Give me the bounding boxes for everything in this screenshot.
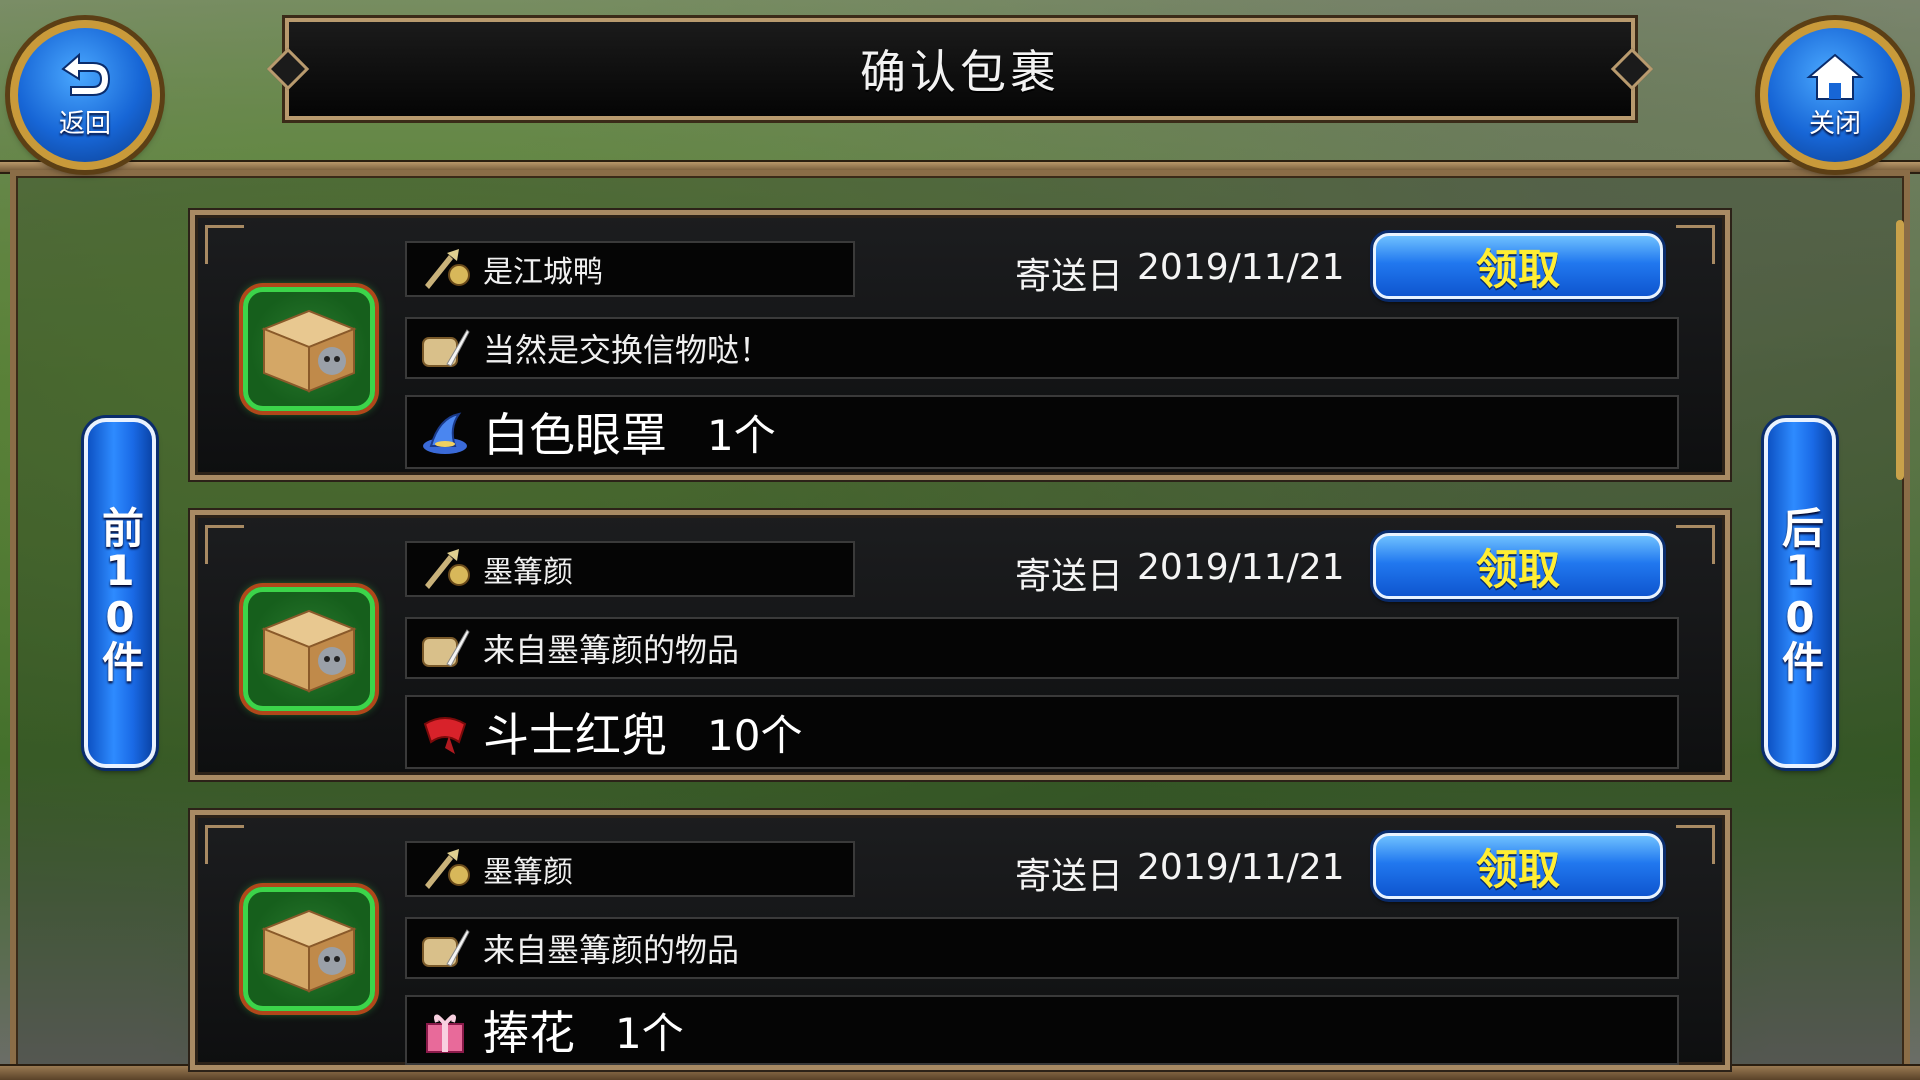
send-date: 寄送日 2019/11/21 [1015,247,1345,299]
item-name: 捧花 [483,1006,575,1060]
send-date-label: 寄送日 [1015,556,1124,597]
claim-button[interactable]: 领取 [1373,833,1663,899]
close-label: 关闭 [1808,108,1861,139]
send-date-label: 寄送日 [1015,256,1124,297]
send-date-value: 2019/11/21 [1137,847,1345,888]
blue-hat-icon [415,406,475,458]
package-box-icon [243,587,375,711]
warrior-icon [415,843,475,895]
claim-button[interactable]: 领取 [1373,233,1663,299]
sender-name: 墨篝颜 [483,555,573,590]
home-icon [1806,53,1864,100]
next-page-button[interactable]: 后10件 [1764,418,1836,768]
message-field: 来自墨篝颜的物品 [405,617,1679,679]
scrollbar[interactable] [1896,220,1904,480]
message-field: 当然是交换信物哒！ [405,317,1679,379]
scroll-quill-icon [415,322,475,374]
package-box-icon [243,287,375,411]
back-arrow-icon [61,52,111,96]
send-date: 寄送日 2019/11/21 [1015,847,1345,899]
warrior-icon [415,543,475,595]
item-name: 斗士红兜 [483,708,667,762]
red-scarf-icon [415,706,475,758]
claim-label: 领取 [1475,844,1560,894]
send-date: 寄送日 2019/11/21 [1015,547,1345,599]
title-bar: 确认包裹 [282,15,1638,123]
sender-field: 墨篝颜 [405,541,855,597]
claim-label: 领取 [1475,544,1560,594]
item-quantity: 10个 [707,710,803,760]
item-field: 捧花 1个 [405,995,1679,1065]
sender-name: 墨篝颜 [483,855,573,890]
scroll-quill-icon [415,922,475,974]
item-name: 白色眼罩 [483,408,667,462]
item-quantity: 1个 [615,1008,684,1058]
message-text: 来自墨篝颜的物品 [483,631,740,669]
warrior-icon [415,243,475,295]
send-date-value: 2019/11/21 [1137,247,1345,288]
sender-field: 墨篝颜 [405,841,855,897]
send-date-label: 寄送日 [1015,856,1124,897]
claim-button[interactable]: 领取 [1373,533,1663,599]
item-quantity: 1个 [707,410,776,460]
next-page-label: 后10件 [1775,506,1825,680]
close-button[interactable]: 关闭 [1760,20,1910,170]
mail-entry: 是江城鸭 寄送日 2019/11/21 领取 当然是交换信物哒！ 白色眼罩 1个 [190,210,1730,480]
back-label: 返回 [58,108,111,139]
scroll-quill-icon [415,622,475,674]
page-title: 确认包裹 [860,45,1060,99]
prev-page-label: 前10件 [95,506,145,680]
claim-label: 领取 [1475,244,1560,294]
prev-page-button[interactable]: 前10件 [84,418,156,768]
sender-name: 是江城鸭 [483,255,603,290]
message-text: 来自墨篝颜的物品 [483,931,740,969]
message-field: 来自墨篝颜的物品 [405,917,1679,979]
package-box-icon [243,887,375,1011]
mail-entry: 墨篝颜 寄送日 2019/11/21 领取 来自墨篝颜的物品 斗士红兜 10个 [190,510,1730,780]
mail-entry: 墨篝颜 寄送日 2019/11/21 领取 来自墨篝颜的物品 捧花 1个 [190,810,1730,1070]
message-text: 当然是交换信物哒！ [483,331,772,369]
gift-box-icon [415,1004,475,1056]
back-button[interactable]: 返回 [10,20,160,170]
send-date-value: 2019/11/21 [1137,547,1345,588]
sender-field: 是江城鸭 [405,241,855,297]
item-field: 斗士红兜 10个 [405,695,1679,769]
item-field: 白色眼罩 1个 [405,395,1679,469]
